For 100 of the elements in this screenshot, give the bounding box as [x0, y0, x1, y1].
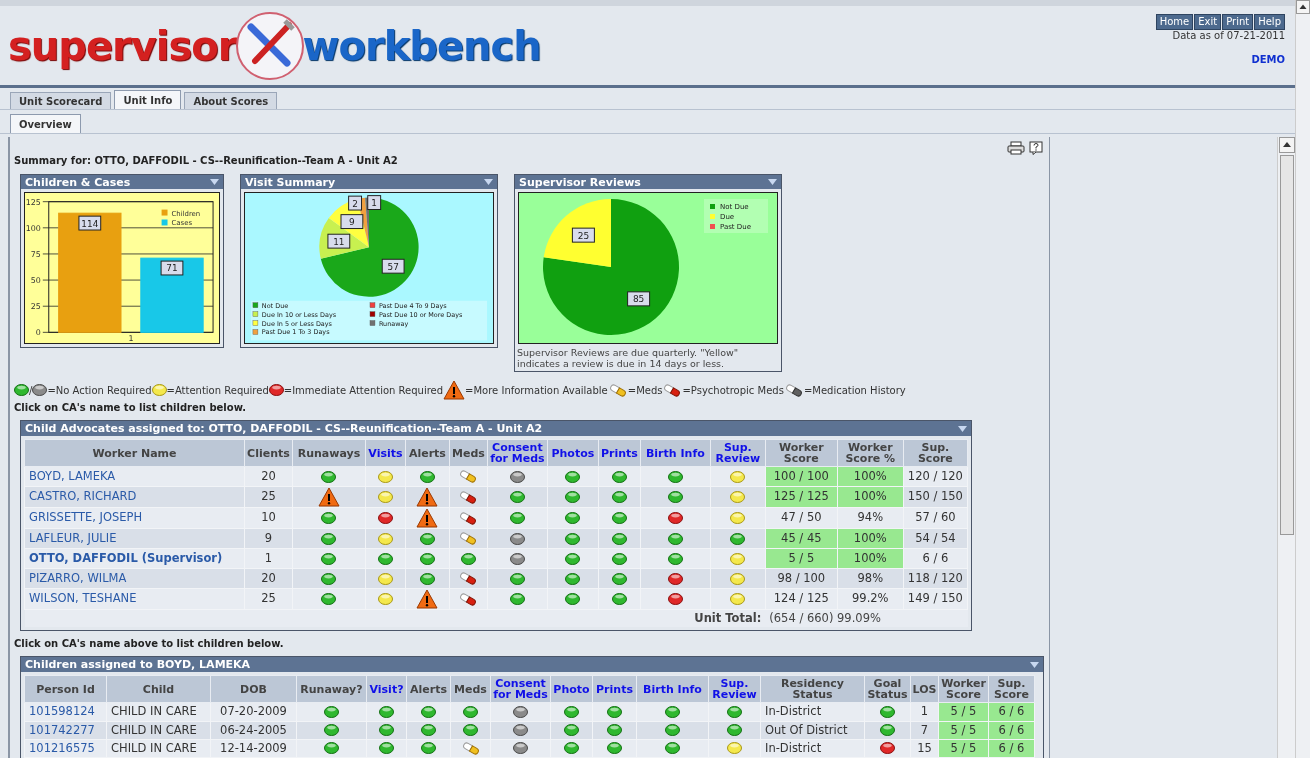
table-cell: 1 [244, 548, 293, 569]
logo-text: workbench [302, 25, 541, 66]
legend-text: =Meds [627, 383, 663, 398]
column-header: Alerts [405, 439, 450, 467]
scrollbar[interactable] [1277, 137, 1295, 758]
legend-text: =Psychotropic Meds [682, 383, 784, 398]
name-link[interactable]: CASTRO, RICHARD [24, 486, 245, 508]
scrollbar[interactable] [1295, 0, 1310, 758]
column-header: LOS [910, 675, 939, 703]
name-link[interactable]: 101216575 [24, 739, 107, 758]
table-cell: 150 / 150 [903, 486, 968, 508]
collapse-icon[interactable] [210, 179, 219, 185]
table-cell: 47 / 50 [765, 507, 838, 529]
column-header[interactable]: Photos [547, 439, 599, 467]
legend-text: =No Action Required [47, 383, 152, 398]
axis-label: 1 [128, 334, 134, 343]
data-label: 71 [160, 260, 184, 276]
legend-text: / [29, 383, 33, 398]
table-cell: 149 / 150 [903, 588, 968, 610]
column-header: Meds [450, 675, 491, 703]
print-icon[interactable] [1007, 141, 1025, 155]
name-link[interactable]: BOYD, LAMEKA [24, 466, 245, 487]
total-label: Unit Total: [24, 609, 766, 628]
collapse-icon[interactable] [484, 179, 493, 185]
column-header[interactable]: Birth Info [636, 675, 709, 703]
total-value: (654 / 660) 99.09% [765, 609, 968, 628]
table-cell: 1 [910, 702, 939, 721]
data-label: 85 [627, 291, 651, 307]
scroll-up-icon[interactable] [1278, 137, 1295, 153]
column-header[interactable]: Photo [550, 675, 593, 703]
column-header[interactable]: Sup. Review [708, 675, 761, 703]
nav-button[interactable]: Exit [1194, 14, 1222, 30]
column-header[interactable]: Sup. Review [710, 439, 766, 467]
collapse-icon[interactable] [768, 179, 777, 185]
axis-label: 75 [30, 249, 41, 259]
table-cell: 07-20-2009 [210, 702, 297, 721]
data-label: 25 [577, 230, 590, 241]
column-header: Runaway? [296, 675, 367, 703]
column-header: Meds [449, 439, 488, 467]
column-header[interactable]: Consent for Meds [487, 439, 548, 467]
legend-text: =More Information Available [465, 383, 608, 398]
tab[interactable]: Unit Scorecard [10, 92, 112, 109]
data-label: 2 [352, 198, 358, 209]
table-cell: 9 [244, 528, 293, 549]
data-date: Data as of 07-21-2011 [1172, 30, 1285, 42]
data-label: 57 [381, 258, 405, 274]
hint-text: Click on CA's name above to list children below. [14, 637, 285, 652]
name-link[interactable]: WILSON, TESHANE [24, 588, 245, 610]
scroll-thumb[interactable] [1279, 155, 1294, 535]
column-header[interactable]: Prints [592, 675, 637, 703]
name-link[interactable]: LAFLEUR, JULIE [24, 528, 245, 549]
table-cell: CHILD IN CARE [106, 721, 211, 740]
column-header: Alerts [406, 675, 451, 703]
column-header: Worker Score [765, 439, 838, 467]
table-cell: 99.2% [837, 588, 904, 610]
column-header[interactable]: Visits [365, 439, 406, 467]
panel-title: Child Advocates assigned to: OTTO, DAFFODIL - CS--Reunification--Team A - Unit A2 [25, 423, 543, 434]
collapse-icon[interactable] [958, 425, 967, 432]
table-cell: 20 [244, 568, 293, 589]
column-header[interactable]: Birth Info [640, 439, 711, 467]
axis-label: 50 [30, 276, 41, 286]
table-cell: 25 [244, 486, 293, 508]
table-cell: In-District [760, 702, 865, 721]
table-cell: 12-14-2009 [210, 739, 297, 758]
tab[interactable]: Unit Info [114, 90, 182, 109]
legend-text: =Immediate Attention Required [283, 383, 444, 398]
data-label: 71 [166, 263, 178, 274]
table-cell: 15 [910, 739, 939, 758]
scroll-up-icon[interactable] [1296, 0, 1310, 14]
axis-label: 100 [25, 223, 41, 233]
column-header[interactable]: Prints [598, 439, 641, 467]
data-label: 57 [387, 261, 399, 272]
column-header: Person Id [24, 675, 107, 703]
name-link[interactable]: 101598124 [24, 702, 107, 721]
panel-title: Children & Cases [25, 176, 131, 188]
column-header[interactable]: Visit? [366, 675, 407, 703]
table-cell: 20 [244, 466, 293, 487]
nav-button[interactable]: Home [1155, 14, 1194, 30]
table-cell: 6 / 6 [903, 548, 968, 569]
column-header: Worker Score % [837, 439, 904, 467]
tab[interactable]: About Scores [184, 92, 278, 109]
column-header: Worker Score [938, 675, 989, 703]
name-link[interactable]: PIZARRO, WILMA [24, 568, 245, 589]
legend-text: =Medication History [803, 383, 906, 398]
nav-button[interactable]: Print [1222, 14, 1254, 30]
name-link[interactable]: OTTO, DAFFODIL (Supervisor) [24, 548, 245, 569]
nav-button[interactable]: Help [1254, 14, 1285, 30]
tab[interactable]: Overview [10, 114, 81, 133]
column-header[interactable]: Consent for Meds [490, 675, 551, 703]
data-label: 9 [340, 214, 364, 230]
name-link[interactable]: 101742277 [24, 721, 107, 740]
collapse-icon[interactable] [1030, 661, 1039, 668]
legend-text: =Attention Required [166, 383, 269, 398]
name-link[interactable]: GRISSETTE, JOSEPH [24, 507, 245, 529]
chart-note: Supervisor Reviews are due quarterly. "Yellow" indicates a review is due in 14 days or less. [516, 347, 740, 371]
column-header: Runaways [292, 439, 366, 467]
data-label: 11 [327, 233, 351, 249]
column-header: Worker Name [24, 439, 245, 467]
help-icon[interactable] [1029, 141, 1043, 155]
table-cell: 10 [244, 507, 293, 529]
